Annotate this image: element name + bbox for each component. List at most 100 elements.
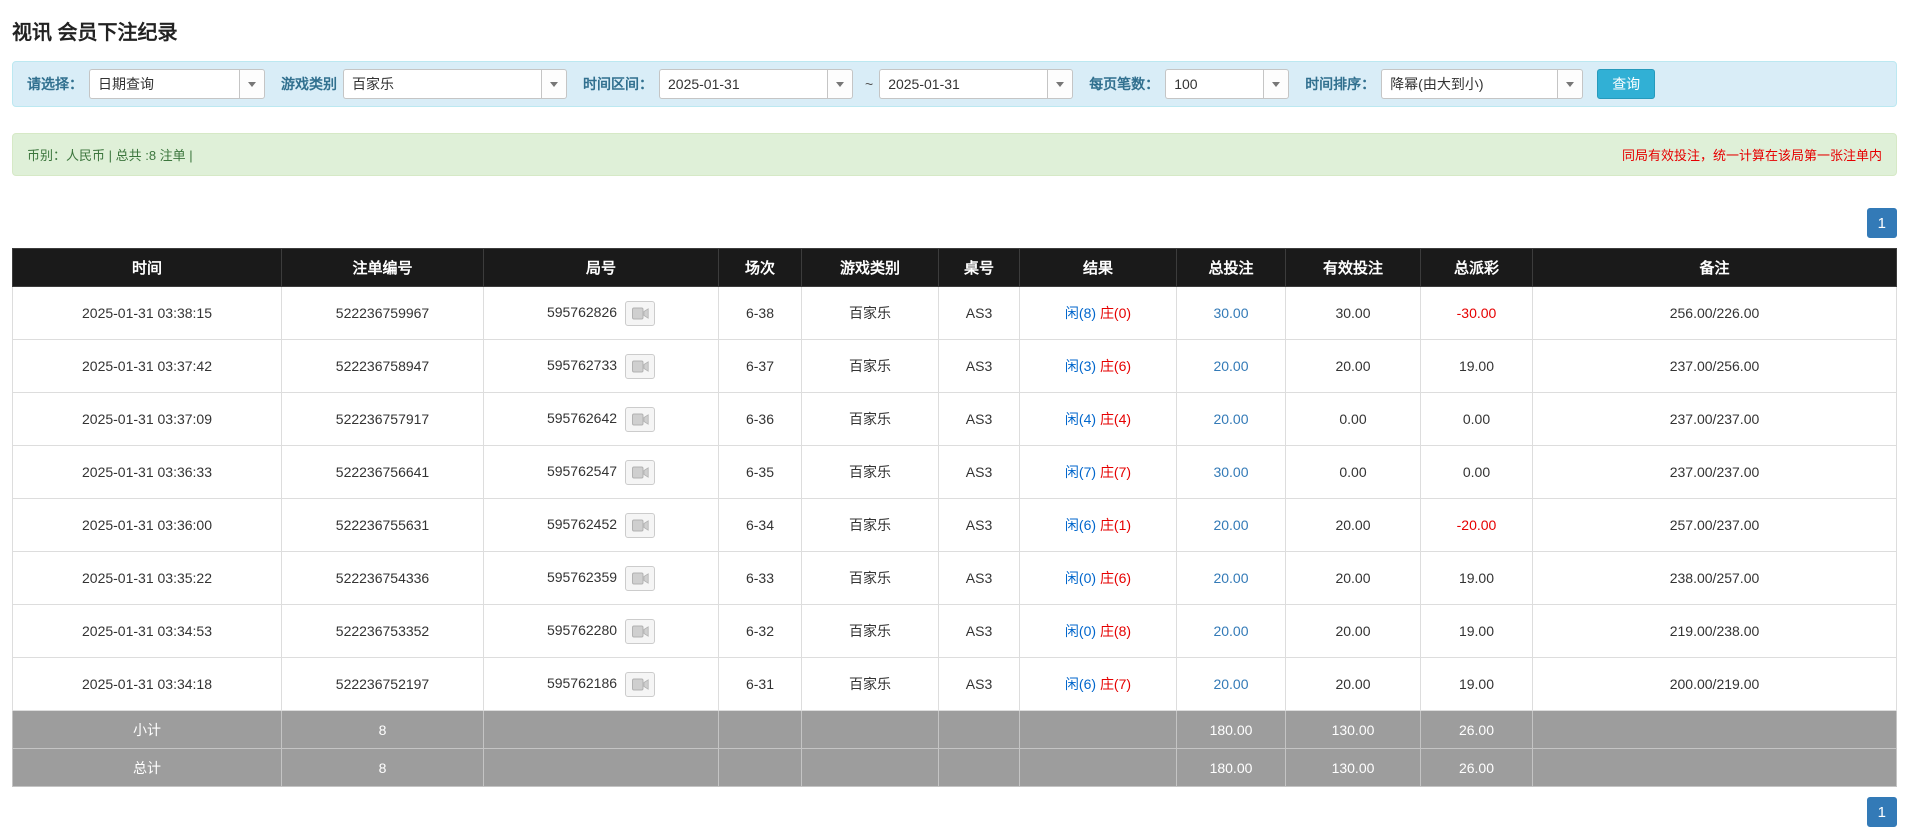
empty-cell [1019, 748, 1177, 787]
round-video-button[interactable] [625, 671, 656, 697]
cell-valid-bet: 20.00 [1285, 551, 1421, 605]
empty-cell [483, 748, 719, 787]
round-video-button[interactable] [625, 300, 656, 326]
cell-result: 闲(0) 庄(6) [1019, 551, 1177, 605]
page-button-1[interactable]: 1 [1866, 208, 1897, 238]
total-bet-link[interactable]: 20.00 [1213, 358, 1248, 374]
round-id-text: 595762452 [546, 515, 618, 532]
cell-session: 6-31 [718, 657, 802, 711]
cell-round-id: 595762186 [483, 657, 719, 711]
round-video-button[interactable] [625, 406, 656, 432]
cell-game-type: 百家乐 [801, 498, 939, 552]
round-video-button[interactable] [625, 565, 656, 591]
cell-bet-id: 522236757917 [281, 392, 484, 446]
table-row: 2025-01-31 03:36:33 522236756641 595762547… [12, 445, 1897, 499]
video-camera-icon [631, 466, 649, 478]
page-size-dropdown-button[interactable] [1263, 69, 1290, 99]
date-to-dropdown-button[interactable] [1047, 69, 1074, 99]
total-payout: 26.00 [1420, 748, 1533, 787]
result-banker: 庄(4) [1099, 411, 1132, 427]
cell-note: 257.00/237.00 [1532, 498, 1897, 552]
page-button-1[interactable]: 1 [1866, 797, 1897, 827]
cell-time: 2025-01-31 03:34:18 [12, 657, 282, 711]
cell-table-no: AS3 [938, 498, 1020, 552]
cell-game-type: 百家乐 [801, 604, 939, 658]
round-id-text: 595762826 [546, 303, 618, 320]
cell-note: 256.00/226.00 [1532, 286, 1897, 340]
same-round-warning-text: 同局有效投注，统一计算在该局第一张注单内 [1621, 148, 1882, 163]
result-player: 闲(0) [1064, 623, 1097, 639]
video-camera-icon [631, 413, 649, 425]
table-row: 2025-01-31 03:37:09 522236757917 595762642… [12, 392, 1897, 446]
subtotal-label: 小计 [12, 710, 282, 749]
date-to-input[interactable] [879, 69, 1048, 99]
cell-round-id: 595762642 [483, 392, 719, 446]
cell-payout: -30.00 [1420, 286, 1533, 340]
total-bet-link[interactable]: 20.00 [1213, 517, 1248, 533]
total-bet-link[interactable]: 20.00 [1213, 570, 1248, 586]
cell-game-type: 百家乐 [801, 392, 939, 446]
cell-note: 237.00/237.00 [1532, 445, 1897, 499]
col-header-result: 结果 [1019, 248, 1177, 287]
round-id-text: 595762359 [546, 568, 618, 585]
select-type-dropdown-button[interactable] [239, 69, 265, 99]
currency-total-text: 币别：人民币 | 总共 :8 注单 | [27, 148, 193, 163]
total-bet-link[interactable]: 20.00 [1213, 623, 1248, 639]
time-sort-label: 时间排序： [1305, 76, 1376, 92]
empty-cell [718, 748, 802, 787]
result-player: 闲(7) [1064, 464, 1097, 480]
page: 视讯 会员下注纪录 请选择： 游戏类别 时间区间： ~ 每页笔数： 时间排序： [0, 0, 1909, 827]
cell-session: 6-32 [718, 604, 802, 658]
date-to-combo [879, 69, 1074, 99]
result-player: 闲(6) [1064, 517, 1097, 533]
result-banker: 庄(0) [1099, 305, 1132, 321]
cell-round-id: 595762280 [483, 604, 719, 658]
empty-cell [938, 748, 1020, 787]
search-button[interactable]: 查询 [1597, 69, 1656, 99]
cell-valid-bet: 20.00 [1285, 339, 1421, 393]
pagination-top: 1 [12, 208, 1897, 238]
time-sort-input[interactable] [1381, 69, 1558, 99]
round-video-button[interactable] [625, 618, 656, 644]
date-from-dropdown-button[interactable] [827, 69, 853, 99]
total-bet-link[interactable]: 30.00 [1213, 305, 1248, 321]
page-size-combo [1165, 69, 1290, 99]
round-id-text: 595762733 [546, 356, 618, 373]
cell-total-bet: 20.00 [1176, 498, 1286, 552]
chevron-down-icon [550, 81, 558, 87]
total-bet-link[interactable]: 20.00 [1213, 411, 1248, 427]
game-type-dropdown-button[interactable] [541, 69, 567, 99]
round-id-text: 595762547 [546, 462, 618, 479]
total-row: 总计 8 180.00 130.00 26.00 [12, 748, 1897, 787]
result-player: 闲(6) [1064, 676, 1097, 692]
col-header-total-bet: 总投注 [1176, 248, 1286, 287]
round-video-button[interactable] [625, 512, 656, 538]
empty-cell [1532, 710, 1897, 749]
col-header-table-no: 桌号 [938, 248, 1020, 287]
chevron-down-icon [1566, 81, 1575, 87]
total-bet-link[interactable]: 20.00 [1213, 676, 1248, 692]
cell-table-no: AS3 [938, 339, 1020, 393]
cell-round-id: 595762826 [483, 286, 719, 340]
date-from-input[interactable] [659, 69, 827, 99]
time-sort-dropdown-button[interactable] [1557, 69, 1584, 99]
cell-time: 2025-01-31 03:38:15 [12, 286, 282, 340]
pagination-bottom: 1 [12, 797, 1897, 827]
round-video-button[interactable] [625, 459, 656, 485]
round-video-button[interactable] [625, 353, 656, 379]
game-type-input[interactable] [343, 69, 541, 99]
subtotal-payout: 26.00 [1420, 710, 1533, 749]
cell-time: 2025-01-31 03:36:33 [12, 445, 282, 499]
total-bet-link[interactable]: 30.00 [1213, 464, 1248, 480]
result-banker: 庄(7) [1099, 464, 1132, 480]
cell-note: 200.00/219.00 [1532, 657, 1897, 711]
result-banker: 庄(6) [1099, 358, 1132, 374]
select-type-input[interactable] [89, 69, 239, 99]
cell-bet-id: 522236752197 [281, 657, 484, 711]
cell-time: 2025-01-31 03:34:53 [12, 604, 282, 658]
page-size-input[interactable] [1165, 69, 1264, 99]
video-camera-icon [631, 678, 649, 690]
table-row: 2025-01-31 03:35:22 522236754336 595762359… [12, 551, 1897, 605]
cell-bet-id: 522236754336 [281, 551, 484, 605]
cell-game-type: 百家乐 [801, 339, 939, 393]
